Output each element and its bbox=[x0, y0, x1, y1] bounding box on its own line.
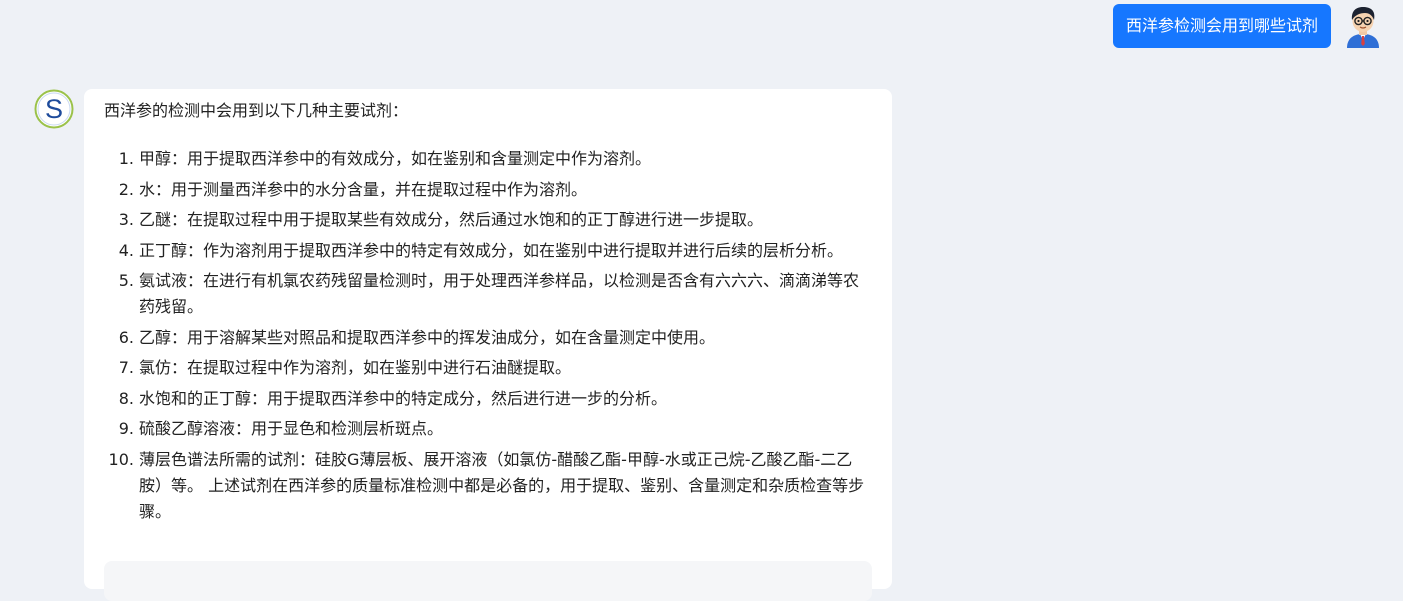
list-item-number: 7. bbox=[118, 358, 134, 377]
avatar-letter: S bbox=[45, 94, 63, 124]
list-item-text: 水饱和的正丁醇：用于提取西洋参中的特定成分，然后进行进一步的分析。 bbox=[139, 388, 668, 408]
list-item-number: 5. bbox=[118, 271, 134, 290]
list-item-number: 1. bbox=[118, 149, 134, 168]
user-avatar-icon bbox=[1347, 7, 1379, 48]
list-item: 10. 薄层色谱法所需的试剂：硅胶G薄层板、展开溶液（如氯仿-醋酸乙酯-甲醇-水或… bbox=[104, 447, 872, 525]
s-logo-avatar-icon: S bbox=[34, 89, 74, 129]
list-item-text: 正丁醇：作为溶剂用于提取西洋参中的特定有效成分，如在鉴别中进行提取并进行后续的层… bbox=[139, 240, 844, 260]
list-item: 7. 氯仿：在提取过程中作为溶剂，如在鉴别中进行石油醚提取。 bbox=[104, 355, 872, 381]
list-item-number: 8. bbox=[118, 388, 134, 408]
list-item: 9. 硫酸乙醇溶液：用于显色和检测层析斑点。 bbox=[104, 416, 872, 442]
list-item-number: 6. bbox=[118, 327, 134, 347]
list-item: 5. 氨试液：在进行有机氯农药残留量检测时，用于处理西洋参样品，以检测是否含有六六… bbox=[104, 268, 872, 320]
list-item-text: 乙醇：用于溶解某些对照品和提取西洋参中的挥发油成分，如在含量测定中使用。 bbox=[139, 327, 716, 347]
list-item: 3. 乙醚：在提取过程中用于提取某些有效成分，然后通过水饱和的正丁醇进行进一步提取… bbox=[104, 207, 872, 233]
list-item-number: 3. bbox=[118, 210, 134, 229]
list-item-text: 硫酸乙醇溶液：用于显色和检测层析斑点。 bbox=[139, 419, 444, 438]
reference-block bbox=[104, 561, 872, 601]
list-item-text: 氨试液：在进行有机氯农药残留量检测时，用于处理西洋参样品，以检测是否含有六六六、… bbox=[139, 271, 860, 316]
list-item: 8. 水饱和的正丁醇：用于提取西洋参中的特定成分，然后进行进一步的分析。 bbox=[104, 386, 872, 412]
user-message-row: 西洋参检测会用到哪些试剂 bbox=[1112, 4, 1383, 48]
list-item: 6. 乙醇：用于溶解某些对照品和提取西洋参中的挥发油成分，如在含量测定中使用。 bbox=[104, 325, 872, 351]
list-item-number: 9. bbox=[118, 419, 134, 438]
answer-intro: 西洋参的检测中会用到以下几种主要试剂： bbox=[104, 101, 409, 120]
list-item-text: 氯仿：在提取过程中作为溶剂，如在鉴别中进行石油醚提取。 bbox=[139, 358, 572, 377]
bot-message-card: 西洋参的检测中会用到以下几种主要试剂： 1. 甲醇：用于提取西洋参中的有效成分，如… bbox=[84, 89, 892, 601]
list-item-number: 10. bbox=[108, 449, 134, 469]
user-message-bubble: 西洋参检测会用到哪些试剂 bbox=[1112, 4, 1331, 48]
list-item-text: 水：用于测量西洋参中的水分含量，并在提取过程中作为溶剂。 bbox=[139, 179, 588, 199]
list-item: 4. 正丁醇：作为溶剂用于提取西洋参中的特定有效成分，如在鉴别中进行提取并进行后续… bbox=[104, 238, 872, 264]
list-item-number: 2. bbox=[118, 179, 134, 199]
reagent-list: 1. 甲醇：用于提取西洋参中的有效成分，如在鉴别和含量测定中作为溶剂。 2. 水：用… bbox=[104, 146, 872, 525]
list-item-text: 乙醚：在提取过程中用于提取某些有效成分，然后通过水饱和的正丁醇进行进一步提取。 bbox=[139, 210, 764, 229]
list-item: 2. 水：用于测量西洋参中的水分含量，并在提取过程中作为溶剂。 bbox=[104, 177, 872, 203]
list-item-text: 薄层色谱法所需的试剂：硅胶G薄层板、展开溶液（如氯仿-醋酸乙酯-甲醇-水或正己烷… bbox=[139, 449, 865, 521]
list-item-number: 4. bbox=[118, 240, 134, 260]
list-item-text: 甲醇：用于提取西洋参中的有效成分，如在鉴别和含量测定中作为溶剂。 bbox=[139, 149, 652, 168]
list-item: 1. 甲醇：用于提取西洋参中的有效成分，如在鉴别和含量测定中作为溶剂。 bbox=[104, 146, 872, 172]
